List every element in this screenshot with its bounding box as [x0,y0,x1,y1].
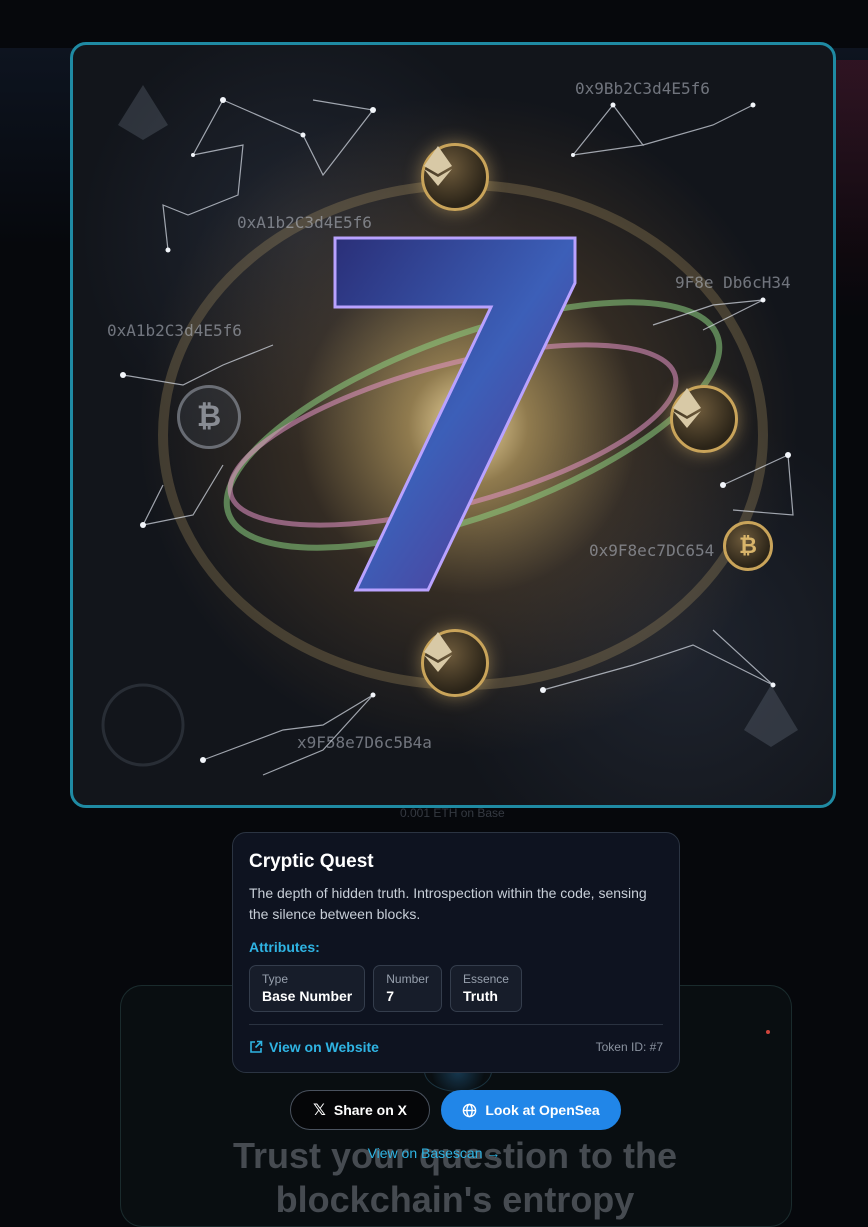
view-on-website-label: View on Website [269,1039,379,1055]
hex-label: 9F8e Db6cH34 [675,273,791,292]
attributes-list: Type Base Number Number 7 Essence Truth [249,965,663,1012]
x-logo-icon: 𝕏 [312,1102,326,1119]
globe-icon [463,1103,477,1117]
ethereum-coin-icon [670,385,738,453]
attribute-type: Type [262,972,289,986]
view-on-website-link[interactable]: View on Website [249,1039,379,1055]
look-at-opensea-button[interactable]: Look at OpenSea [441,1090,621,1130]
attribute-chip: Essence Truth [449,965,522,1012]
view-on-basescan-link[interactable]: View on Basescan → [0,1145,868,1161]
nft-description: The depth of hidden truth. Introspection… [249,885,647,922]
hex-label: 0xA1b2C3d4E5f6 [107,321,242,340]
hex-label: 0x9F8ec7DC654 [589,541,715,560]
share-on-x-button[interactable]: 𝕏 Share on X [290,1090,430,1130]
attribute-type: Essence [462,972,509,986]
hex-label: x9F58e7D6c5B4a [297,733,432,752]
ethereum-coin-icon [421,629,489,697]
nft-info-card: Cryptic Quest The depth of hidden truth.… [232,832,680,1073]
background-dot [766,1030,770,1034]
attribute-value: Base Number [262,988,353,1004]
bitcoin-coin-icon: ₿ [723,521,773,571]
number-seven-glyph [333,236,577,592]
nft-artwork: ₿ ₿ 0x9Bb2C3d4E5f6 0xA1b2C3d4E5f6 0xA1b2… [70,42,836,808]
card-footer: View on Website Token ID: #7 [249,1025,663,1069]
nft-title: Cryptic Quest [249,851,374,872]
external-link-icon [250,1040,263,1053]
token-id: Token ID: #7 [595,1040,663,1054]
hex-label: 0x9Bb2C3d4E5f6 [575,79,710,98]
share-on-x-label: Share on X [333,1102,408,1118]
attribute-value: 7 [386,988,395,1004]
attribute-chip: Type Base Number [249,965,366,1012]
attribute-chip: Number 7 [373,965,442,1012]
price-caption: 0.001 ETH on Base [400,806,505,820]
attribute-type: Number [386,972,429,986]
hex-label: 0xA1b2C3d4E5f6 [237,213,372,232]
ethereum-coin-icon [421,143,489,211]
bitcoin-coin-icon: ₿ [177,385,241,449]
look-at-opensea-label: Look at OpenSea [485,1102,600,1118]
attributes-heading: Attributes: [249,939,320,955]
attribute-value: Truth [462,988,498,1004]
